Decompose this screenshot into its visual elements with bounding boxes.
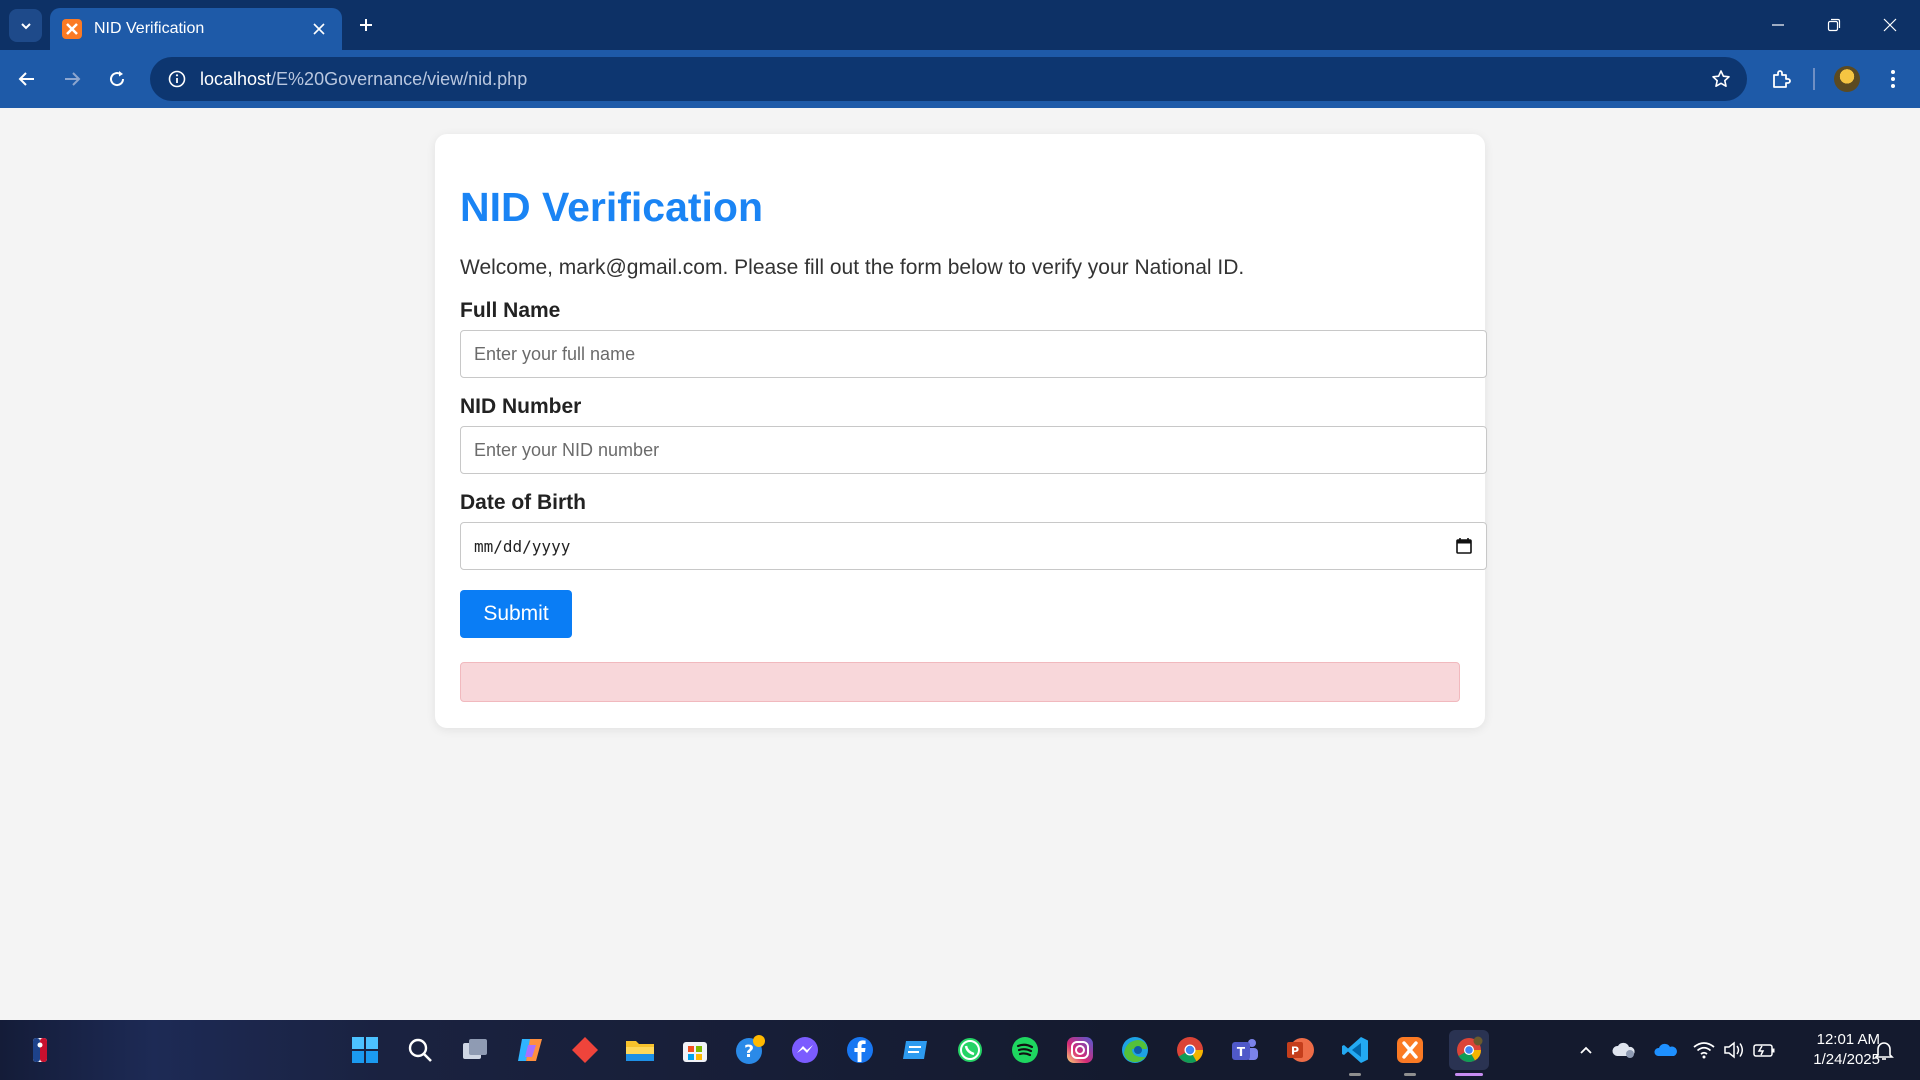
back-button[interactable] [10,62,44,96]
dob-input[interactable]: mm/dd/yyyy [460,522,1487,570]
forward-button[interactable] [55,62,89,96]
network-cloud-icon[interactable] [1612,1038,1636,1062]
plus-icon [360,19,372,31]
welcome-message: Welcome, mark@gmail.com. Please fill out… [460,256,1245,279]
search-icon[interactable] [404,1034,436,1066]
notification-icon[interactable] [1872,1038,1896,1062]
dob-label: Date of Birth [460,491,586,514]
chevron-down-icon [20,22,31,29]
tab-close-button[interactable] [308,18,330,40]
forward-icon [65,72,81,86]
spotify-icon[interactable] [1009,1034,1041,1066]
tab-search-button[interactable] [9,9,42,42]
edge-icon[interactable] [1119,1034,1151,1066]
volume-icon[interactable] [1722,1038,1746,1062]
bookmark-button[interactable] [1709,67,1733,91]
vscode-icon[interactable] [1339,1034,1371,1066]
url-host: localhost [200,68,272,89]
dob-placeholder: mm/dd/yyyy [474,536,571,556]
svg-text:P: P [1291,1045,1299,1058]
nid-number-input[interactable] [460,426,1487,474]
messenger-icon[interactable] [789,1034,821,1066]
calendar-icon[interactable] [1455,537,1473,555]
anydesk-icon[interactable] [569,1034,601,1066]
extensions-icon [1773,70,1791,88]
active-tab[interactable]: NID Verification [50,8,342,50]
extensions-button[interactable] [1764,62,1798,96]
reload-icon [110,71,125,87]
taskbar-clock[interactable]: 12:01 AM 1/24/2025 [1790,1030,1880,1070]
teams-icon[interactable]: T [1229,1034,1261,1066]
xampp-favicon-icon [62,19,82,39]
full-name-label: Full Name [460,299,561,322]
error-alert [460,662,1460,702]
windows-taskbar: ? T P 12:01 AM 1/24/2025 [0,1020,1920,1080]
chrome-icon[interactable] [1174,1034,1206,1066]
clock-time: 12:01 AM [1816,1031,1880,1048]
nba-widget-icon[interactable] [24,1034,56,1066]
svg-text:?: ? [744,1042,754,1062]
store-icon[interactable] [679,1034,711,1066]
minimize-icon [1772,24,1784,26]
nid-number-label: NID Number [460,395,582,418]
chrome-profile-icon[interactable] [1449,1030,1489,1070]
new-tab-button[interactable] [352,11,380,39]
wifi-icon[interactable] [1692,1038,1716,1062]
browser-menu-button[interactable] [1876,62,1910,96]
active-indicator [1455,1073,1483,1076]
full-name-input[interactable] [460,330,1487,378]
back-icon [18,72,34,86]
nid-form-card: NID Verification Welcome, mark@gmail.com… [435,134,1487,728]
facebook-icon[interactable] [844,1034,876,1066]
tab-title: NID Verification [94,20,205,37]
task-view-icon[interactable] [459,1034,491,1066]
address-bar[interactable]: localhost/E%20Governance/view/nid.php [150,57,1747,101]
chevron-up-icon[interactable] [1574,1038,1598,1062]
running-indicator [1404,1073,1416,1076]
page-title: NID Verification [460,184,764,230]
whatsapp-icon[interactable] [954,1034,986,1066]
restore-button[interactable] [1806,0,1862,50]
restore-icon [1827,18,1841,32]
site-info-button[interactable] [164,66,190,92]
site-info-icon [168,70,186,88]
toolbar-divider [1813,68,1815,90]
close-icon [313,23,325,35]
bookmark-star-icon [1712,70,1730,87]
file-explorer-icon[interactable] [624,1034,656,1066]
menu-icon [1891,70,1895,88]
clock-date: 1/24/2025 [1813,1051,1880,1068]
browser-toolbar: localhost/E%20Governance/view/nid.php [0,50,1920,108]
onedrive-icon[interactable] [1654,1038,1678,1062]
url-path: /E%20Governance/view/nid.php [271,68,528,89]
minimize-button[interactable] [1750,0,1806,50]
copilot-icon[interactable] [514,1034,546,1066]
browser-tabstrip: NID Verification [0,0,1920,50]
battery-icon[interactable] [1752,1038,1776,1062]
profile-button[interactable] [1830,62,1864,96]
svg-text:T: T [1237,1045,1246,1059]
window-close-button[interactable] [1862,0,1918,50]
reload-button[interactable] [100,62,134,96]
xampp-icon[interactable] [1394,1034,1426,1066]
page-viewport: NID Verification Welcome, mark@gmail.com… [0,108,1920,1020]
profile-avatar [1834,66,1860,92]
windows-start-icon[interactable] [349,1034,381,1066]
help-icon[interactable]: ? [734,1034,766,1066]
url-text: localhost/E%20Governance/view/nid.php [200,69,527,90]
submit-button[interactable]: Submit [460,590,572,638]
notes-icon[interactable] [899,1034,931,1066]
window-close-icon [1883,18,1897,32]
running-indicator [1349,1073,1361,1076]
powerpoint-icon[interactable]: P [1284,1034,1316,1066]
instagram-icon[interactable] [1064,1034,1096,1066]
